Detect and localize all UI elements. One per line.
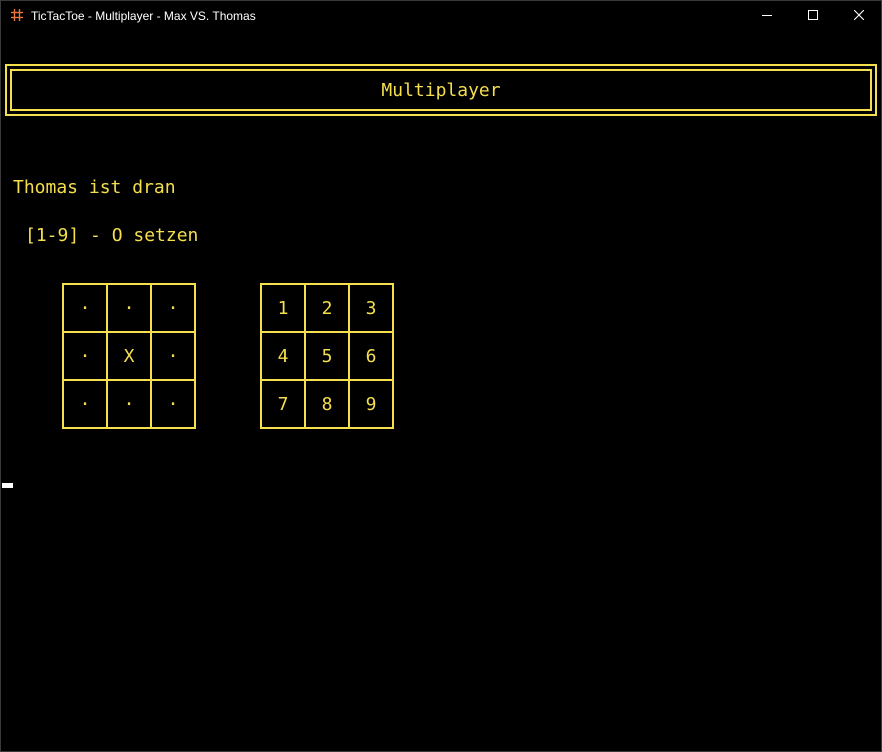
board-cell-4: · <box>64 333 108 381</box>
key-cell-1: 1 <box>262 285 306 333</box>
header-title: Multiplayer <box>10 69 872 111</box>
board-cell-2: · <box>108 285 152 333</box>
board-cell-8: · <box>108 381 152 429</box>
board-cell-3: · <box>152 285 196 333</box>
key-cell-9: 9 <box>350 381 394 429</box>
minimize-button[interactable] <box>744 1 790 31</box>
board-cell-6: · <box>152 333 196 381</box>
maximize-button[interactable] <box>790 1 836 31</box>
board-cell-5: X <box>108 333 152 381</box>
key-cell-6: 6 <box>350 333 394 381</box>
close-button[interactable] <box>836 1 882 31</box>
key-cell-7: 7 <box>262 381 306 429</box>
turn-message: Thomas ist dran <box>13 177 176 198</box>
key-cell-8: 8 <box>306 381 350 429</box>
key-cell-4: 4 <box>262 333 306 381</box>
minimize-icon <box>762 9 772 23</box>
key-reference-grid: 1 2 3 4 5 6 7 8 9 <box>260 283 394 429</box>
hash-icon <box>10 8 24 22</box>
key-cell-3: 3 <box>350 285 394 333</box>
key-cell-5: 5 <box>306 333 350 381</box>
game-board: · · · · X · · · · <box>62 283 196 429</box>
board-cell-9: · <box>152 381 196 429</box>
key-cell-2: 2 <box>306 285 350 333</box>
header-frame: Multiplayer <box>5 64 877 116</box>
board-cell-7: · <box>64 381 108 429</box>
close-icon <box>853 9 865 23</box>
input-hint: [1-9] - O setzen <box>25 225 199 246</box>
console-window: TicTacToe - Multiplayer - Max VS. Thomas <box>0 0 882 752</box>
text-cursor <box>2 483 13 488</box>
window-title: TicTacToe - Multiplayer - Max VS. Thomas <box>31 9 256 23</box>
maximize-icon <box>808 9 818 23</box>
console-area[interactable]: Multiplayer Thomas ist dran [1-9] - O se… <box>1 31 881 751</box>
board-cell-1: · <box>64 285 108 333</box>
title-bar[interactable]: TicTacToe - Multiplayer - Max VS. Thomas <box>1 1 881 31</box>
